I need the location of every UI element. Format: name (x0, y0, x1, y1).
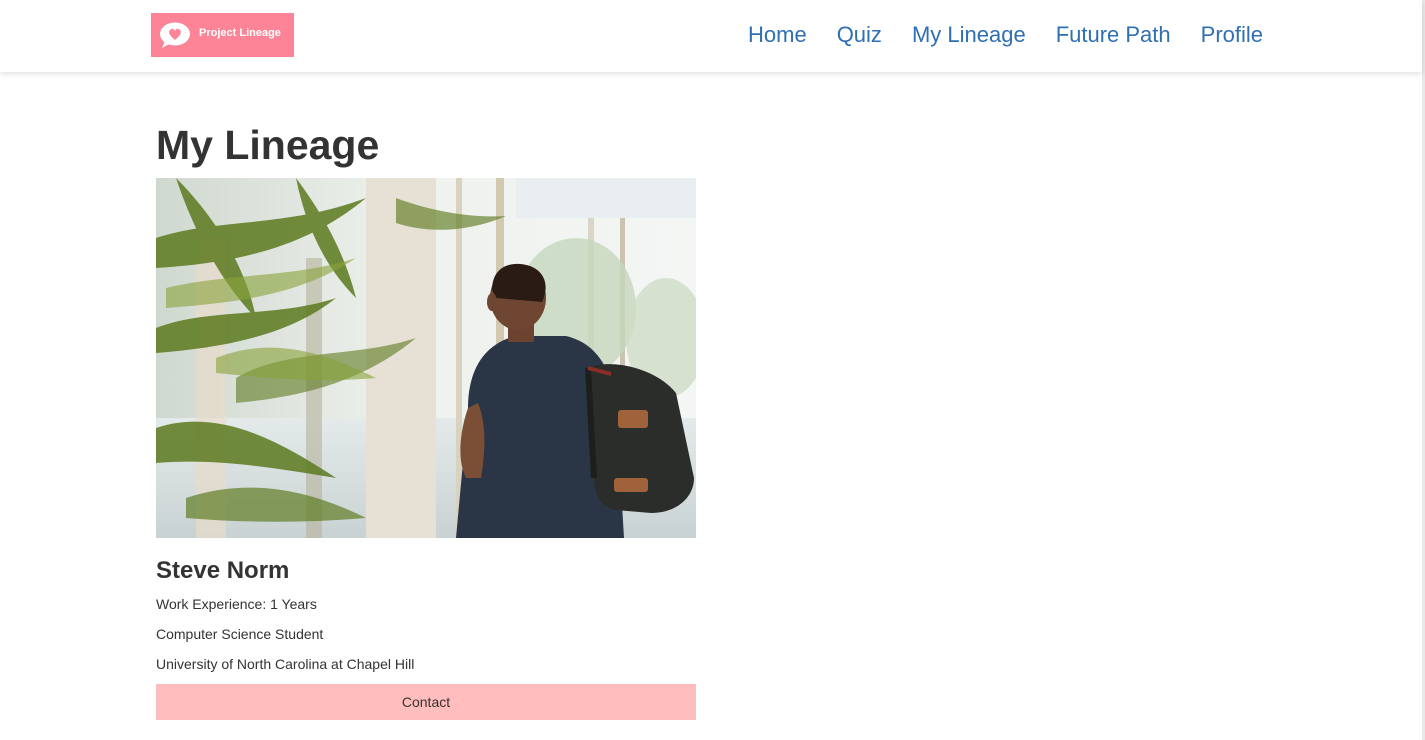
mentor-work-experience: Work Experience: 1 Years (156, 596, 317, 612)
student-with-backpack-photo (156, 178, 696, 538)
mentor-school: University of North Carolina at Chapel H… (156, 656, 415, 672)
nav-future-path[interactable]: Future Path (1056, 22, 1171, 48)
mentor-name: Steve Norm (156, 557, 290, 584)
nav-home[interactable]: Home (748, 22, 807, 48)
main-nav: Home Quiz My Lineage Future Path Profile (748, 22, 1263, 48)
nav-my-lineage[interactable]: My Lineage (912, 22, 1026, 48)
mentor-photo (156, 178, 696, 538)
brand-logo[interactable]: Project Lineage (151, 13, 294, 57)
nav-quiz[interactable]: Quiz (837, 22, 882, 48)
nav-profile[interactable]: Profile (1201, 22, 1263, 48)
contact-button[interactable]: Contact (156, 684, 696, 720)
chat-heart-icon (160, 22, 190, 48)
top-navbar: Project Lineage Home Quiz My Lineage Fut… (0, 0, 1422, 72)
brand-name: Project Lineage (199, 27, 281, 39)
page-title: My Lineage (156, 122, 380, 168)
mentor-role: Computer Science Student (156, 626, 324, 642)
